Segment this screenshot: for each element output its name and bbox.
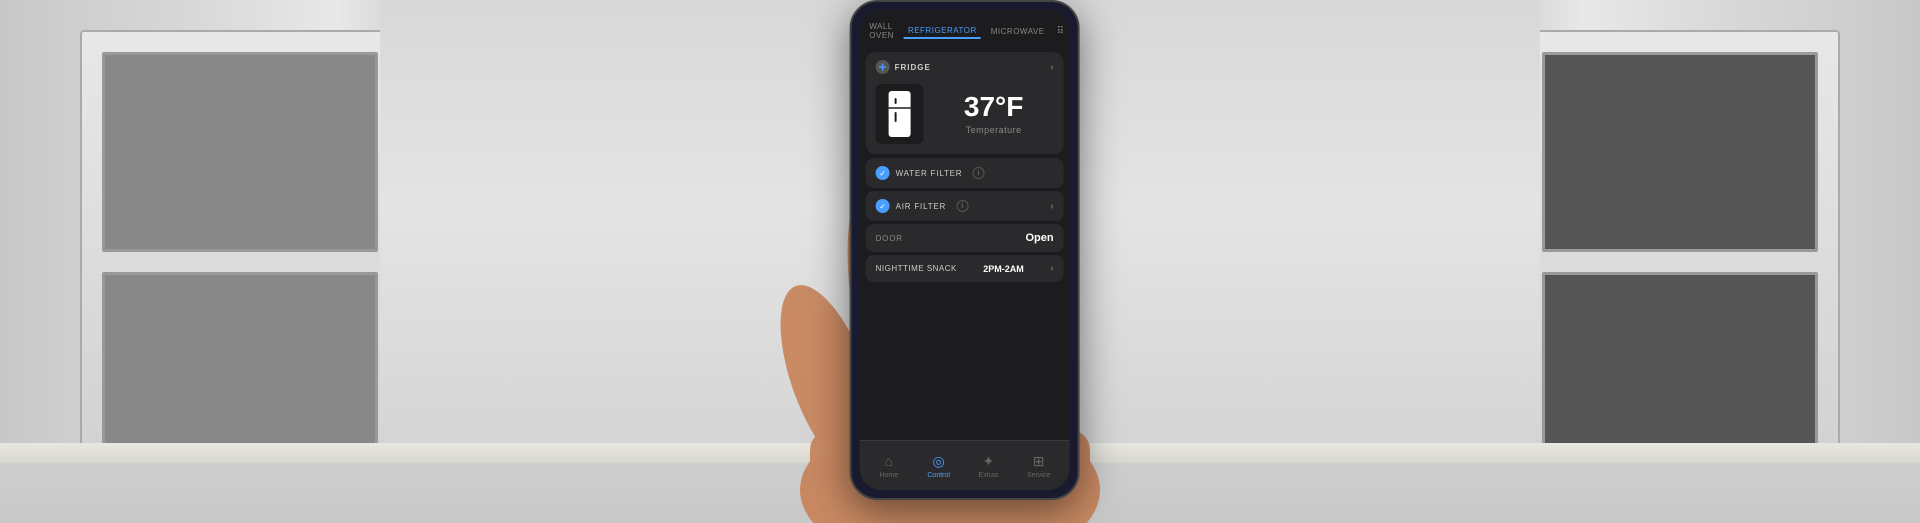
home-icon: ⌂: [879, 452, 899, 470]
water-filter-check-icon: ✓: [876, 166, 890, 180]
air-filter-check-icon: ✓: [876, 199, 890, 213]
more-apps-icon[interactable]: ⠿: [1057, 26, 1064, 37]
left-oven-lower: [102, 272, 378, 472]
nav-home-label: Home: [880, 472, 899, 479]
fridge-section: FRIDGE › 37°F Tem: [866, 52, 1064, 154]
air-filter-left: ✓ AIR FILTER i: [876, 199, 969, 213]
air-filter-label: AIR FILTER: [896, 202, 947, 211]
bottom-nav-bar: ⌂ Home ◎ Control ✦ Extras ⊞ Service: [860, 440, 1070, 490]
fridge-header[interactable]: FRIDGE ›: [866, 52, 1064, 80]
tab-wall-oven[interactable]: WALL OVEN: [865, 20, 898, 42]
water-filter-row[interactable]: ✓ WATER FILTER i: [866, 158, 1064, 188]
right-oven-lower: [1542, 272, 1818, 472]
door-row: DOOR Open: [866, 224, 1064, 252]
water-filter-info-icon[interactable]: i: [972, 167, 984, 179]
tab-refrigerator[interactable]: REFRIGERATOR: [904, 24, 981, 39]
nav-extras-label: Extras: [979, 472, 999, 479]
hand-phone-container: WALL OVEN REFRIGERATOR MICROWAVE ⠿ FRIDG…: [750, 0, 1170, 523]
phone: WALL OVEN REFRIGERATOR MICROWAVE ⠿ FRIDG…: [850, 0, 1080, 500]
service-icon: ⊞: [1029, 452, 1049, 470]
air-filter-info-icon[interactable]: i: [956, 200, 968, 212]
left-appliance: [80, 30, 400, 490]
fridge-header-left: FRIDGE: [876, 60, 931, 74]
phone-screen: WALL OVEN REFRIGERATOR MICROWAVE ⠿ FRIDG…: [860, 10, 1070, 490]
extras-icon: ✦: [978, 452, 998, 470]
temperature-display: 37°F Temperature: [866, 80, 1064, 154]
right-oven-upper: [1542, 52, 1818, 252]
nav-item-extras[interactable]: ✦ Extras: [978, 452, 998, 479]
temperature-info: 37°F Temperature: [934, 93, 1054, 135]
fridge-status-icon: [876, 60, 890, 74]
temperature-value: 37°F: [934, 93, 1054, 121]
nav-item-control[interactable]: ◎ Control: [927, 452, 950, 479]
right-appliance: [1520, 30, 1840, 490]
control-icon: ◎: [929, 452, 949, 470]
fridge-svg-icon: [886, 90, 914, 138]
snack-row[interactable]: NIGHTTIME SNACK 2PM-2AM ›: [866, 255, 1064, 282]
nav-item-service[interactable]: ⊞ Service: [1027, 452, 1050, 479]
water-filter-left: ✓ WATER FILTER i: [876, 166, 985, 180]
fridge-chevron-icon: ›: [1050, 62, 1053, 73]
nav-control-label: Control: [927, 472, 950, 479]
fridge-label: FRIDGE: [895, 63, 931, 72]
nav-service-label: Service: [1027, 472, 1050, 479]
snack-time: 2PM-2AM: [983, 264, 1024, 274]
tab-microwave[interactable]: MICROWAVE: [987, 25, 1049, 38]
nav-tabs-bar: WALL OVEN REFRIGERATOR MICROWAVE ⠿: [860, 10, 1070, 48]
fridge-appliance-icon: [876, 84, 924, 144]
snack-chevron-icon: ›: [1050, 263, 1053, 274]
temperature-label: Temperature: [934, 125, 1054, 135]
door-label: DOOR: [876, 234, 903, 243]
left-oven-upper: [102, 52, 378, 252]
air-filter-chevron-icon: ›: [1050, 201, 1053, 212]
nav-item-home[interactable]: ⌂ Home: [879, 452, 899, 479]
air-filter-row[interactable]: ✓ AIR FILTER i ›: [866, 191, 1064, 221]
door-status: Open: [1025, 232, 1053, 244]
snack-label: NIGHTTIME SNACK: [876, 264, 957, 273]
water-filter-label: WATER FILTER: [896, 169, 963, 178]
